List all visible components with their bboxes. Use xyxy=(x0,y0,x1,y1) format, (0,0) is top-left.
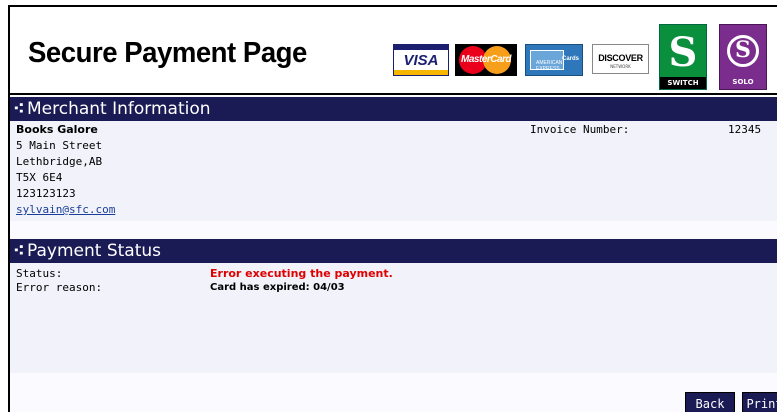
merchant-section-header: ⁖ Merchant Information xyxy=(10,97,777,121)
merchant-info-panel: Books Galore 5 Main Street Lethbridge,AB… xyxy=(10,121,777,221)
merchant-phone: 123123123 xyxy=(16,187,76,200)
invoice-number-label: Invoice Number: xyxy=(530,123,630,136)
merchant-name: Books Galore xyxy=(16,123,98,136)
switch-logo: S SWITCH xyxy=(659,24,707,90)
error-reason-label: Error reason: xyxy=(16,281,103,294)
merchant-email-link[interactable]: sylvain@sfc.com xyxy=(16,203,115,217)
header-banner: Secure Payment Page VISA MasterCard AMER… xyxy=(10,7,777,95)
status-label: Status: xyxy=(16,267,63,280)
invoice-number-value: 12345 xyxy=(728,123,762,136)
payment-status-section-title: Payment Status xyxy=(27,241,161,261)
amex-logo: AMERICAN EXPRESS Cards xyxy=(525,44,583,76)
merchant-postal: T5X 6E4 xyxy=(16,171,63,184)
print-button[interactable]: Print xyxy=(742,392,777,412)
bullet-dots-icon: ⁖ xyxy=(13,241,25,261)
merchant-street: 5 Main Street xyxy=(16,139,103,152)
status-value: Error executing the payment. xyxy=(210,267,393,280)
merchant-city: Lethbridge,AB xyxy=(16,155,103,168)
merchant-section-title: Merchant Information xyxy=(27,99,211,119)
payment-status-panel: Status: Error executing the payment. Err… xyxy=(10,263,777,373)
discover-logo: DISCOVER NETWORK xyxy=(592,44,649,74)
mastercard-logo: MasterCard xyxy=(455,44,517,76)
visa-logo: VISA xyxy=(393,44,449,76)
back-button[interactable]: Back xyxy=(685,392,735,412)
payment-frame: Secure Payment Page VISA MasterCard AMER… xyxy=(8,5,777,412)
bullet-dots-icon: ⁖ xyxy=(13,99,25,119)
page-title: Secure Payment Page xyxy=(28,37,307,69)
payment-status-section-header: ⁖ Payment Status xyxy=(10,239,777,263)
error-reason-value: Card has expired: 04/03 xyxy=(210,282,345,293)
solo-logo: S SOLO xyxy=(719,24,767,90)
